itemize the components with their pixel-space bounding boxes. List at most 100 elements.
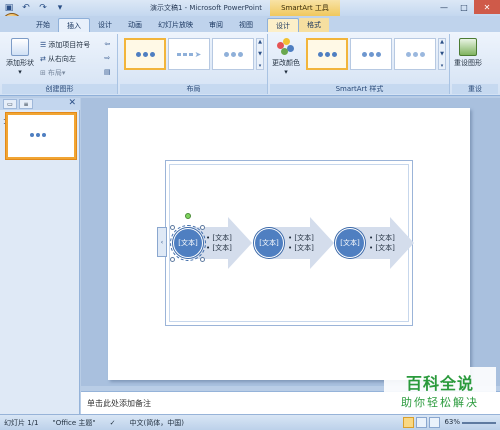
node-circle[interactable]: [文本] [335, 228, 365, 258]
spellcheck-icon[interactable]: ✓ [110, 419, 116, 427]
tab-smartart-design[interactable]: 设计 [267, 18, 299, 32]
ribbon-tabs: 开始 插入 设计 动画 幻灯片放映 审阅 视图 设计 格式 [0, 16, 500, 32]
resize-handle[interactable] [200, 225, 205, 230]
close-button[interactable]: ✕ [474, 0, 500, 14]
node-bullets[interactable]: • [文本] • [文本] [288, 233, 314, 253]
save-icon[interactable]: ▣ [2, 1, 16, 14]
notes-pane[interactable]: 单击此处添加备注 百科全说 助你轻松解决 [81, 367, 500, 414]
scroll-down-icon[interactable]: ▼ [258, 51, 262, 57]
change-colors-button[interactable]: 更改颜色 ▾ [272, 38, 300, 76]
layout-button[interactable]: ⊞ 布局 ▾ [40, 68, 65, 78]
node-circle[interactable]: [文本] [254, 228, 284, 258]
arrow-icon: ➤ [194, 49, 202, 59]
node-bullets[interactable]: • [文本] • [文本] [206, 233, 232, 253]
redo-icon[interactable]: ↷ [36, 1, 50, 14]
slideshow-view-button[interactable] [429, 417, 440, 428]
zoom-slider[interactable] [462, 422, 496, 424]
slide-info: 幻灯片 1/1 [4, 418, 39, 427]
tab-home[interactable]: 开始 [28, 18, 58, 32]
style-option-1[interactable] [306, 38, 348, 70]
reset-graphic-button[interactable]: 重设图形 [454, 38, 482, 68]
outline-tab[interactable]: ≡ [19, 99, 33, 109]
thumbnail-graphic [30, 133, 46, 137]
watermark-logo: 百科全说 助你轻松解决 [384, 367, 496, 413]
scroll-down-icon[interactable]: ▼ [440, 51, 444, 57]
resize-handle[interactable] [170, 257, 175, 262]
layout-option-2[interactable]: ➤ [168, 38, 210, 70]
slides-panel: ▭ ≡ ✕ 1 [0, 98, 80, 414]
tab-animations[interactable]: 动画 [120, 18, 150, 32]
tab-smartart-format[interactable]: 格式 [299, 18, 329, 32]
more-icon[interactable]: ▾ [259, 63, 262, 69]
group-layouts: ➤ ▲ ▼ ▾ 布局 [120, 34, 268, 94]
layout-gallery-scroll[interactable]: ▲ ▼ ▾ [256, 38, 264, 70]
language: 中文(简体，中国) [129, 418, 184, 427]
add-bullet-button[interactable]: ☰ 添加项目符号 [40, 40, 90, 50]
dot-icon [317, 51, 323, 57]
dot-icon [419, 51, 425, 57]
undo-icon[interactable]: ↶ [19, 1, 33, 14]
layout-option-1[interactable] [124, 38, 166, 70]
node-circle[interactable]: [文本] [170, 225, 206, 261]
dot-icon [405, 51, 411, 57]
more-icon[interactable]: ▾ [441, 63, 444, 69]
promote-icon[interactable]: ⇦ [104, 40, 110, 48]
slide[interactable]: ‹ [文本] • [文本] • [文本] [文本] • [文本] • [文本] … [108, 108, 470, 380]
bar-icon [188, 52, 193, 56]
right-to-left-button[interactable]: ⇄ 从右向左 [40, 54, 76, 64]
text-pane-icon[interactable]: ▤ [104, 68, 111, 76]
tab-design[interactable]: 设计 [90, 18, 120, 32]
bullet-text: • [文本] [369, 244, 395, 252]
add-shape-icon [11, 38, 29, 56]
window-controls: — □ ✕ [434, 0, 500, 14]
dropdown-icon[interactable]: ▾ [53, 1, 67, 14]
dot-icon [42, 133, 46, 137]
slide-thumbnail[interactable] [6, 113, 76, 159]
layout-option-3[interactable] [212, 38, 254, 70]
resize-handle[interactable] [200, 257, 205, 262]
tab-view[interactable]: 视图 [231, 18, 261, 32]
style-option-2[interactable] [350, 38, 392, 70]
sorter-view-button[interactable] [416, 417, 427, 428]
tab-slideshow[interactable]: 幻灯片放映 [150, 18, 201, 32]
promote-demote-buttons: ⇦ ⇨ ▤ [104, 40, 111, 76]
scroll-up-icon[interactable]: ▲ [258, 39, 262, 45]
rotate-handle[interactable] [185, 213, 191, 219]
dot-icon [36, 133, 40, 137]
dot-icon [230, 51, 236, 57]
rtl-icon: ⇄ [40, 55, 46, 63]
title-bar: ▣ ↶ ↷ ▾ 演示文稿1 - Microsoft PowerPoint Sma… [0, 0, 500, 16]
bullet-icon: ☰ [40, 41, 47, 49]
bullet-text: • [文本] [288, 234, 314, 242]
text-pane-toggle[interactable]: ‹ [157, 227, 167, 257]
bar-icon [182, 52, 187, 56]
chevron-down-icon: ▾ [18, 68, 22, 76]
group-label: 重设 [452, 84, 498, 94]
tab-insert[interactable]: 插入 [58, 18, 90, 32]
smartart-frame[interactable]: ‹ [文本] • [文本] • [文本] [文本] • [文本] • [文本] … [157, 160, 414, 326]
minimize-button[interactable]: — [434, 0, 454, 14]
scroll-up-icon[interactable]: ▲ [440, 39, 444, 45]
bullet-text: • [文本] [206, 234, 232, 242]
slides-tab[interactable]: ▭ [3, 99, 17, 109]
maximize-button[interactable]: □ [454, 0, 474, 14]
add-shape-button[interactable]: 添加形状 ▾ [6, 38, 34, 76]
resize-handle[interactable] [170, 225, 175, 230]
dot-icon [324, 51, 330, 57]
bullet-text: • [文本] [288, 244, 314, 252]
bar-icon [176, 52, 181, 56]
tab-review[interactable]: 审阅 [201, 18, 231, 32]
demote-icon[interactable]: ⇨ [104, 54, 110, 62]
styles-gallery-scroll[interactable]: ▲ ▼ ▾ [438, 38, 446, 70]
window-title: 演示文稿1 - Microsoft PowerPoint [150, 4, 263, 12]
close-icon[interactable]: ✕ [68, 98, 76, 108]
add-bullet-label: 添加项目符号 [48, 41, 91, 49]
add-shape-label: 添加形状 [6, 59, 34, 67]
dot-icon [375, 51, 381, 57]
node-bullets[interactable]: • [文本] • [文本] [369, 233, 395, 253]
zoom-level[interactable]: 63% [444, 418, 460, 426]
notes-placeholder: 单击此处添加备注 [87, 399, 151, 408]
group-create-graphic: 添加形状 ▾ ☰ 添加项目符号 ⇄ 从右向左 ⊞ 布局 ▾ ⇦ ⇨ ▤ 创建图形 [2, 34, 118, 94]
normal-view-button[interactable] [403, 417, 414, 428]
style-option-3[interactable] [394, 38, 436, 70]
